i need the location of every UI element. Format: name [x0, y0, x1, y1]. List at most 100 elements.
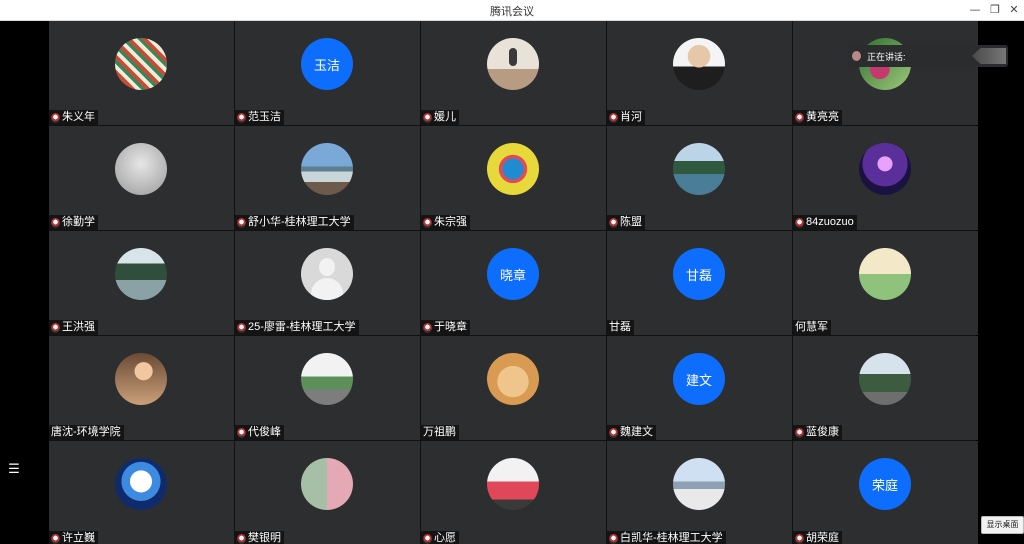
participant-tile[interactable]: 王洪强 — [49, 231, 234, 335]
participant-name: 舒小华-桂林理工大学 — [248, 216, 351, 228]
microphone-icon — [237, 533, 246, 544]
participant-avatar — [859, 143, 911, 195]
microphone-icon — [795, 427, 804, 438]
participant-name: 朱义年 — [62, 111, 95, 123]
participant-tile[interactable]: 樊银明 — [235, 441, 420, 544]
microphone-icon — [51, 322, 60, 333]
participant-namebar: 舒小华-桂林理工大学 — [235, 215, 354, 230]
participant-tile[interactable]: 蓝俊康 — [793, 336, 978, 440]
participant-avatar — [487, 353, 539, 405]
participant-avatar — [859, 248, 911, 300]
participant-name: 樊银明 — [248, 532, 281, 544]
participant-namebar: 心愿 — [421, 531, 459, 544]
participant-name: 代俊峰 — [248, 426, 281, 438]
participant-namebar: 白凯华-桂林理工大学 — [607, 531, 726, 544]
participant-namebar: 甘磊 — [607, 320, 634, 335]
microphone-icon — [609, 427, 618, 438]
participant-avatar: 晓章 — [487, 248, 539, 300]
participant-name: 甘磊 — [609, 321, 631, 333]
left-sidebar: ☰ — [0, 21, 49, 544]
close-button[interactable]: ✕ — [1005, 2, 1023, 18]
participant-name: 胡荣庭 — [806, 532, 839, 544]
participant-tile[interactable]: 肖河 — [607, 21, 792, 125]
participant-name: 陈盟 — [620, 216, 642, 228]
minimize-button[interactable]: — — [966, 2, 984, 18]
participant-grid: 朱义年 玉洁 范玉洁 媛儿 肖河 黄亮亮 徐勤学 舒小华-桂林理工大学 朱宗强 陈盟 84zuozu… — [49, 21, 978, 544]
participant-tile[interactable]: 25-廖雷-桂林理工大学 — [235, 231, 420, 335]
participant-namebar: 于晓章 — [421, 320, 470, 335]
participant-avatar — [859, 353, 911, 405]
participant-avatar — [487, 458, 539, 510]
participant-name: 84zuozuo — [806, 216, 854, 228]
microphone-icon — [795, 533, 804, 544]
participant-tile[interactable]: 荣庭胡荣庭 — [793, 441, 978, 544]
participant-tile[interactable]: 代俊峰 — [235, 336, 420, 440]
speaker-avatar-icon — [852, 51, 861, 61]
microphone-icon — [51, 533, 60, 544]
participant-namebar: 蓝俊康 — [793, 425, 842, 440]
show-desktop-button[interactable]: 显示桌面 — [981, 516, 1024, 534]
window-title: 腾讯会议 — [490, 6, 534, 18]
participant-avatar — [301, 248, 353, 300]
participant-tile[interactable]: 建文魏建文 — [607, 336, 792, 440]
participant-namebar: 徐勤学 — [49, 215, 98, 230]
participant-namebar: 25-廖雷-桂林理工大学 — [235, 320, 359, 335]
participant-tile[interactable]: 心愿 — [421, 441, 606, 544]
participant-namebar: 许立巍 — [49, 531, 98, 544]
participant-tile[interactable]: 朱宗强 — [421, 126, 606, 230]
microphone-icon — [423, 533, 432, 544]
speaking-label: 正在讲话: — [867, 51, 906, 62]
microphone-icon — [51, 112, 60, 123]
menu-icon[interactable]: ☰ — [6, 462, 22, 478]
participant-name: 蓝俊康 — [806, 426, 839, 438]
microphone-icon — [423, 112, 432, 123]
arrow-icon[interactable] — [972, 48, 1006, 64]
participant-tile[interactable]: 徐勤学 — [49, 126, 234, 230]
participant-tile[interactable]: 万祖鹏 — [421, 336, 606, 440]
participant-tile[interactable]: 何慧军 — [793, 231, 978, 335]
participant-avatar — [301, 353, 353, 405]
speaking-indicator[interactable]: 正在讲话: — [848, 45, 1008, 67]
participant-namebar: 朱宗强 — [421, 215, 470, 230]
participant-tile[interactable]: 白凯华-桂林理工大学 — [607, 441, 792, 544]
microphone-icon — [609, 533, 618, 544]
participant-avatar: 玉洁 — [301, 38, 353, 90]
participant-namebar: 媛儿 — [421, 110, 459, 125]
participant-tile[interactable]: 舒小华-桂林理工大学 — [235, 126, 420, 230]
title-bar: 腾讯会议 — ❐ ✕ — [0, 0, 1024, 21]
participant-namebar: 樊银明 — [235, 531, 284, 544]
participant-tile[interactable]: 朱义年 — [49, 21, 234, 125]
participant-tile[interactable]: 晓章于晓章 — [421, 231, 606, 335]
microphone-icon — [237, 217, 246, 228]
participant-name: 于晓章 — [434, 321, 467, 333]
participant-tile[interactable]: 甘磊 甘磊 — [607, 231, 792, 335]
participant-tile[interactable]: 陈盟 — [607, 126, 792, 230]
participant-tile[interactable]: 玉洁范玉洁 — [235, 21, 420, 125]
participant-name: 范玉洁 — [248, 111, 281, 123]
microphone-icon — [237, 322, 246, 333]
participant-avatar: 建文 — [673, 353, 725, 405]
participant-tile[interactable]: 许立巍 — [49, 441, 234, 544]
participant-namebar: 何慧军 — [793, 320, 831, 335]
participant-tile[interactable]: 84zuozuo — [793, 126, 978, 230]
participant-name: 心愿 — [434, 532, 456, 544]
participant-namebar: 万祖鹏 — [421, 425, 459, 440]
participant-tile[interactable]: 媛儿 — [421, 21, 606, 125]
participant-avatar — [673, 143, 725, 195]
microphone-icon — [423, 322, 432, 333]
participant-namebar: 陈盟 — [607, 215, 645, 230]
participant-namebar: 朱义年 — [49, 110, 98, 125]
participant-name: 白凯华-桂林理工大学 — [620, 532, 723, 544]
participant-avatar — [115, 248, 167, 300]
microphone-icon — [609, 217, 618, 228]
participant-name: 王洪强 — [62, 321, 95, 333]
participant-name: 唐沈-环境学院 — [51, 426, 121, 438]
participant-name: 许立巍 — [62, 532, 95, 544]
participant-avatar — [115, 353, 167, 405]
participant-tile[interactable]: 唐沈-环境学院 — [49, 336, 234, 440]
participant-namebar: 魏建文 — [607, 425, 656, 440]
participant-avatar — [115, 38, 167, 90]
participant-tile[interactable]: 黄亮亮 — [793, 21, 978, 125]
participant-avatar: 荣庭 — [859, 458, 911, 510]
restore-button[interactable]: ❐ — [986, 2, 1004, 18]
